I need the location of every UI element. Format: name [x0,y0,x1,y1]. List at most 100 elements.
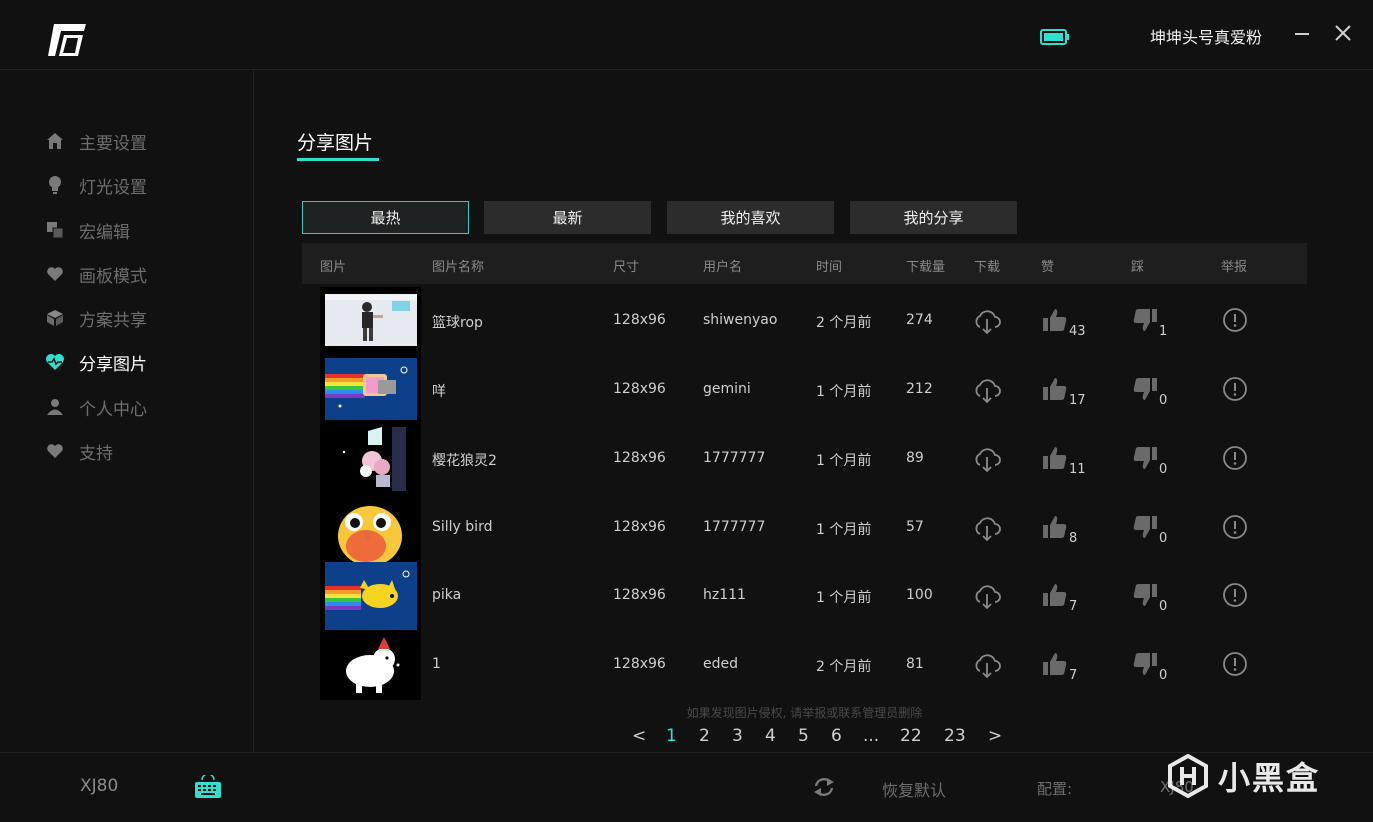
dislike-count: 0 [1159,393,1168,408]
pagination-page-1[interactable]: 1 [666,726,677,746]
image-thumbnail[interactable] [320,425,421,494]
sidebar-item-main-settings[interactable]: 主要设置 [44,126,147,156]
dislike-button[interactable]: 0 [1132,514,1167,546]
username: gemini [703,381,751,397]
sidebar-item-support[interactable]: 支持 [44,436,113,466]
image-thumbnail[interactable] [320,562,421,631]
column-header-dislike: 踩 [1131,260,1145,275]
image-name: 篮球rop [432,315,483,331]
sidebar-item-user-center[interactable]: 个人中心 [44,392,147,422]
like-button[interactable]: 7 [1042,651,1077,683]
title-underline [297,158,379,161]
table-row: 1 128x96 eded 2 个月前 81 7 0 [302,631,1307,700]
image-size: 128x96 [613,450,666,466]
dislike-count: 0 [1159,531,1168,546]
upload-time: 2 个月前 [816,315,872,331]
image-name: Silly bird [432,519,493,535]
sidebar-item-label: 支持 [79,443,113,464]
cloud-download-icon[interactable] [972,307,1002,335]
thumbs-up-icon [1043,447,1067,469]
pagination-page-5[interactable]: 5 [798,726,809,746]
like-button[interactable]: 11 [1042,445,1086,477]
username: 坤坤头号真爱粉 [1150,28,1263,47]
column-header-name: 图片名称 [432,260,485,275]
upload-time: 1 个月前 [816,384,872,400]
pagination-page-2[interactable]: 2 [699,726,710,746]
column-header-time: 时间 [816,260,843,275]
column-header-user: 用户名 [703,260,743,275]
report-icon[interactable] [1222,376,1248,402]
pagination-page-22[interactable]: 22 [900,726,922,746]
report-icon[interactable] [1222,651,1248,677]
cloud-download-icon[interactable] [972,514,1002,542]
dislike-button[interactable]: 0 [1132,445,1167,477]
sidebar-item-drawing-mode[interactable]: 画板模式 [44,259,147,289]
pagination-page-23[interactable]: 23 [944,726,966,746]
dislike-button[interactable]: 1 [1132,307,1167,339]
dislike-button[interactable]: 0 [1132,651,1167,683]
report-icon[interactable] [1222,514,1248,540]
image-name: pika [432,587,462,603]
sidebar-item-share-images[interactable]: 分享图片 [44,347,147,377]
thumbs-down-icon [1133,309,1157,331]
tab-hottest[interactable]: 最热 [302,201,469,234]
image-thumbnail[interactable] [320,287,421,356]
pagination-prev[interactable]: < [632,726,646,746]
sidebar-item-macro[interactable]: 宏编辑 [44,215,130,245]
sidebar-item-lighting[interactable]: 灯光设置 [44,170,147,200]
image-name: 咩 [432,384,446,400]
like-button[interactable]: 17 [1042,376,1086,408]
sidebar-item-label: 主要设置 [79,133,147,154]
pagination-page-3[interactable]: 3 [732,726,743,746]
table-row: 樱花狼灵2 128x96 1777777 1 个月前 89 11 0 [302,425,1307,494]
like-button[interactable]: 8 [1042,514,1077,546]
image-thumbnail[interactable] [320,356,421,425]
report-icon[interactable] [1222,582,1248,608]
table-row: 篮球rop 128x96 shiwenyao 2 个月前 274 43 1 [302,287,1307,356]
dislike-button[interactable]: 0 [1132,582,1167,614]
like-button[interactable]: 7 [1042,582,1077,614]
image-thumbnail[interactable] [320,494,421,563]
upload-time: 1 个月前 [816,522,872,538]
tab-my-shares[interactable]: 我的分享 [850,201,1017,234]
pagination-page-6[interactable]: 6 [831,726,842,746]
cloud-download-icon[interactable] [972,651,1002,679]
cloud-download-icon[interactable] [972,445,1002,473]
keyboard-icon[interactable] [194,775,222,799]
pagination-page-4[interactable]: 4 [765,726,776,746]
download-count: 81 [906,656,924,672]
user-icon [44,396,66,418]
download-count: 100 [906,587,933,603]
minimize-button[interactable] [1293,18,1311,48]
battery-icon [1040,29,1069,45]
table-row: 咩 128x96 gemini 1 个月前 212 17 0 [302,356,1307,425]
cloud-download-icon[interactable] [972,376,1002,404]
refresh-icon[interactable] [813,777,835,797]
cloud-download-icon[interactable] [972,582,1002,610]
close-icon[interactable] [1332,22,1354,44]
title-bar: 坤坤头号真爱粉 [0,0,1373,70]
sidebar-item-label: 灯光设置 [79,177,147,198]
upload-time: 1 个月前 [816,590,872,606]
column-header-size: 尺寸 [613,260,640,275]
table-row: pika 128x96 hz111 1 个月前 100 7 0 [302,562,1307,631]
report-icon[interactable] [1222,445,1248,471]
tab-my-likes[interactable]: 我的喜欢 [667,201,834,234]
watermark-text: 小黑盒 [1218,759,1321,797]
download-count: 212 [906,381,933,397]
pagination-ellipsis: ... [863,726,880,746]
thumbs-up-icon [1043,653,1067,675]
pagination-next[interactable]: > [988,726,1002,746]
report-icon[interactable] [1222,307,1248,333]
tab-newest[interactable]: 最新 [484,201,651,234]
thumbs-down-icon [1133,653,1157,675]
upload-time: 2 个月前 [816,659,872,675]
thumbs-down-icon [1133,378,1157,400]
image-thumbnail[interactable] [320,631,421,700]
sidebar-item-profile-share[interactable]: 方案共享 [44,303,147,333]
like-button[interactable]: 43 [1042,307,1086,339]
column-header-download: 下载 [974,260,1001,275]
download-count: 274 [906,312,933,328]
dislike-button[interactable]: 0 [1132,376,1167,408]
restore-defaults-button[interactable]: 恢复默认 [882,777,946,801]
